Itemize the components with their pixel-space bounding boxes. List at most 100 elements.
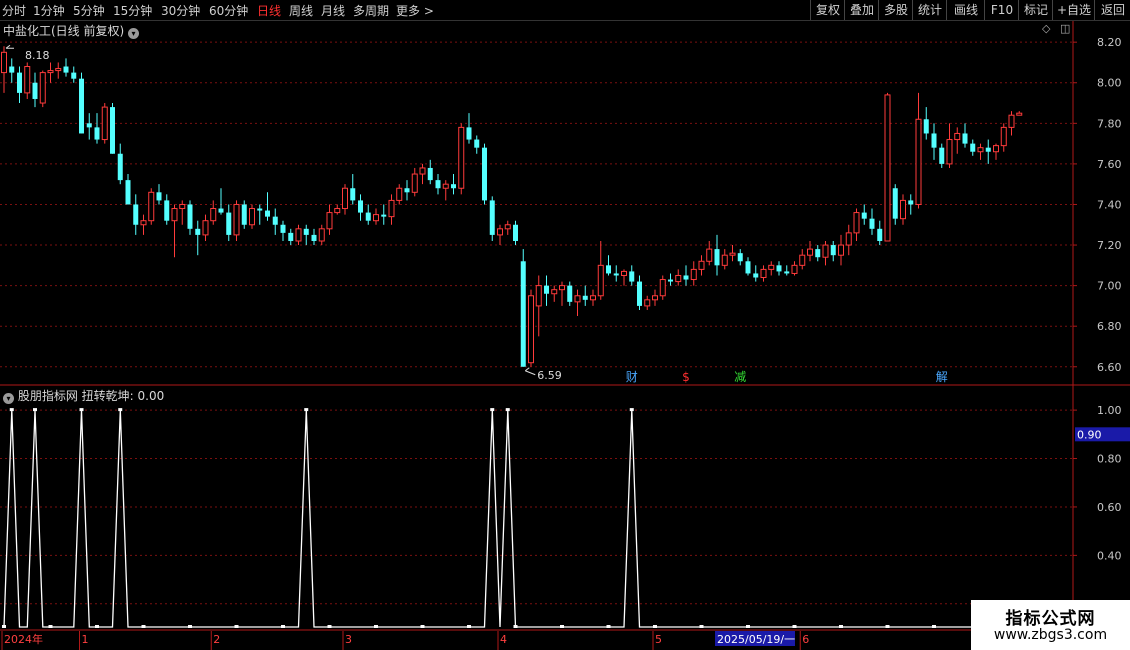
time-axis-label: 3 <box>345 633 352 646</box>
candle-body <box>9 66 15 73</box>
candle-body <box>551 289 558 295</box>
candle-body <box>659 279 666 297</box>
candle-body <box>125 180 131 205</box>
candle-body <box>683 275 689 280</box>
indicator-tick-label: 1.00 <box>1097 404 1122 417</box>
indicator-point <box>374 625 378 628</box>
candle-body <box>822 244 829 258</box>
candle-body <box>303 228 309 235</box>
candle-body <box>427 167 433 181</box>
candle-body <box>17 72 22 93</box>
candle-body <box>442 183 449 189</box>
candle-body <box>884 94 891 242</box>
candle-body <box>861 212 867 219</box>
time-axis-label: 2 <box>213 633 220 646</box>
candle-body <box>1016 112 1023 116</box>
candle-body <box>396 187 403 201</box>
candle-body <box>504 224 511 230</box>
candle-body <box>474 139 480 148</box>
candle-body <box>877 228 883 241</box>
candle-body <box>497 228 503 236</box>
candle-body <box>272 216 278 225</box>
candle-body <box>985 147 991 152</box>
candle-body <box>280 224 286 233</box>
price-tick-label: 6.60 <box>1097 361 1122 374</box>
time-axis-label: 4 <box>500 633 507 646</box>
indicator-point <box>792 625 797 628</box>
candle-body <box>621 270 627 276</box>
candle-body <box>714 249 720 266</box>
watermark-url: www.zbgs3.com <box>993 627 1108 643</box>
time-axis-label: 1 <box>82 633 89 646</box>
candle-body <box>977 147 984 153</box>
indicator-point <box>606 625 611 628</box>
candle-body <box>892 188 898 219</box>
candle-body <box>133 204 139 225</box>
candle-body <box>365 212 371 221</box>
indicator-point <box>327 625 332 628</box>
candle-body <box>652 295 658 301</box>
indicator-point <box>505 408 510 412</box>
indicator-point <box>141 625 146 628</box>
candle-body <box>210 208 217 222</box>
indicator-point <box>839 625 843 628</box>
candle-body <box>535 285 542 307</box>
candle-body <box>791 264 798 274</box>
candle-body <box>807 248 813 256</box>
candle-body <box>334 208 341 214</box>
candle-body <box>1 51 7 74</box>
candle-body <box>195 228 201 235</box>
price-tick-label: 7.40 <box>1097 198 1122 211</box>
candle-body <box>249 208 255 226</box>
candle-body <box>350 188 356 201</box>
indicator-tick-label: 0.40 <box>1097 549 1122 562</box>
candle-body <box>644 299 651 307</box>
candle-body <box>544 285 549 294</box>
candle-body <box>784 271 790 274</box>
candle-body <box>233 203 240 236</box>
indicator-point <box>560 625 564 628</box>
candle-body <box>373 214 379 222</box>
candle-body <box>94 127 100 140</box>
high-price-label: 8.18 <box>25 49 50 62</box>
candle-body <box>567 285 573 302</box>
candle-body <box>458 126 465 189</box>
candle-body <box>171 208 178 222</box>
indicator-point <box>188 625 192 628</box>
price-tick-label: 7.80 <box>1097 117 1122 130</box>
indicator-point <box>420 625 425 628</box>
indicator-point <box>304 408 309 412</box>
candle-body <box>411 173 418 193</box>
candle-body <box>520 261 526 367</box>
indicator-point <box>234 625 239 628</box>
candle-body <box>140 220 147 226</box>
candle-body <box>358 200 363 213</box>
candle-body <box>257 208 263 211</box>
candle-body <box>597 264 604 297</box>
candle-body <box>202 220 209 236</box>
candle-body <box>946 139 953 165</box>
candle-body <box>900 199 906 220</box>
candle-body <box>613 273 619 276</box>
candle-body <box>760 268 767 279</box>
candle-body <box>815 249 821 258</box>
candle-body <box>675 274 682 283</box>
candle-body <box>404 188 410 193</box>
candle-body <box>962 133 968 144</box>
indicator-point <box>281 625 285 628</box>
indicator-point <box>118 408 123 412</box>
candle-body <box>637 281 642 306</box>
indicator-tick-label: 0.60 <box>1097 501 1122 514</box>
candle-body <box>853 212 860 234</box>
price-tick-label: 7.20 <box>1097 239 1122 252</box>
chart-canvas: 6.60 6.80 7.00 7.20 7.40 7.60 7.80 8.00 8.20 8.18… <box>0 21 1130 650</box>
candle-body <box>489 200 495 235</box>
time-cursor-label: 2025/05/19/一 <box>717 633 795 646</box>
time-axis-label: 2024年 <box>4 632 43 646</box>
candle-body <box>288 232 294 241</box>
candle-body <box>466 127 472 140</box>
candle-body <box>869 218 875 229</box>
candle-body <box>47 70 54 74</box>
high-arrow <box>5 44 14 49</box>
candle-body <box>32 82 38 99</box>
